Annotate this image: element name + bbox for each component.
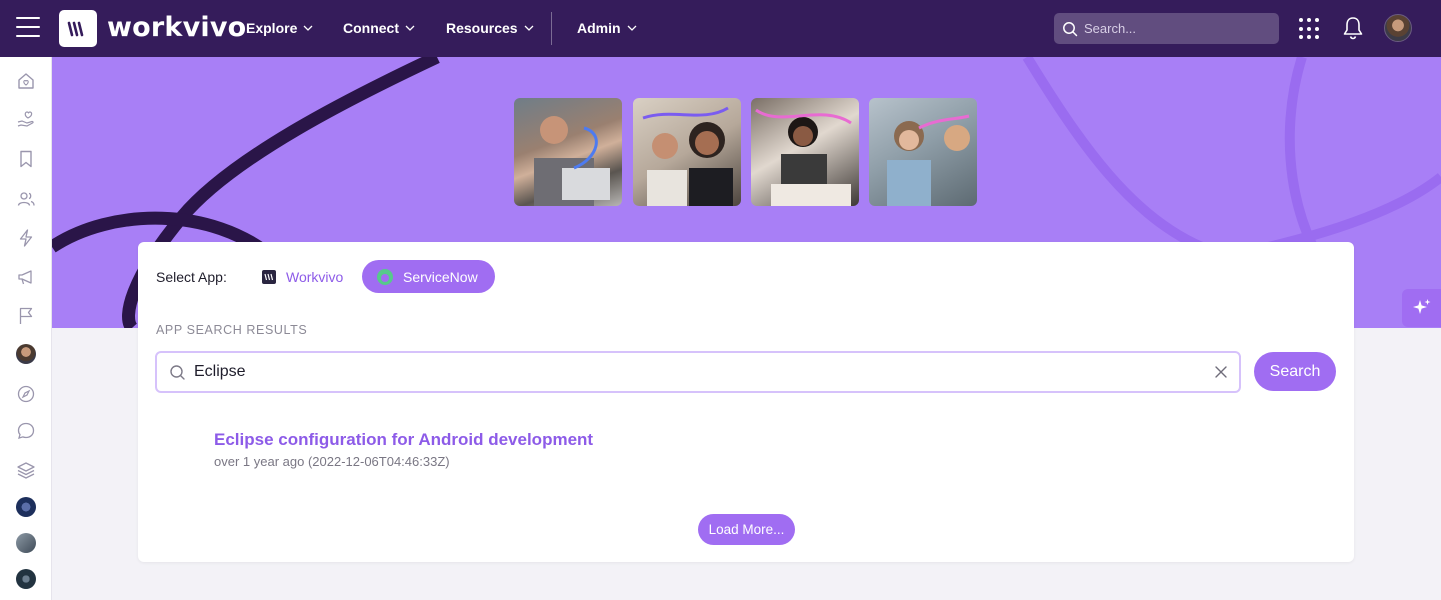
chevron-down-icon [627,25,637,31]
search-button[interactable]: Search [1254,352,1336,391]
layers-icon[interactable] [16,460,36,480]
brand-name[interactable]: workvivo [107,12,246,43]
result-title-link[interactable]: Eclipse configuration for Android develo… [214,430,593,450]
chat-bubble-icon[interactable] [16,421,36,441]
nav-label: Admin [577,20,621,36]
ai-sparkle-button[interactable] [1402,289,1441,327]
user-avatar[interactable] [16,344,36,364]
apps-grid-icon[interactable] [1299,18,1321,40]
lightning-icon[interactable] [16,228,36,248]
global-search[interactable] [1054,13,1279,44]
bookmark-icon[interactable] [16,149,36,169]
load-more-button[interactable]: Load More... [698,514,795,545]
nav-connect[interactable]: Connect [343,20,415,36]
nav-label: Explore [246,20,298,36]
compass-icon[interactable] [16,384,36,404]
space-avatar[interactable] [16,533,36,553]
team-photo-1 [514,98,622,206]
home-icon[interactable] [16,71,36,91]
workvivo-logo-icon [262,269,276,284]
chevron-down-icon [405,25,415,31]
top-navigation-bar: workvivo Explore Connect Resources Admin [0,0,1441,57]
bell-icon[interactable] [1342,16,1364,45]
people-icon[interactable] [16,189,36,209]
workvivo-logo-icon[interactable] [59,10,97,47]
clear-icon[interactable] [1213,364,1229,385]
megaphone-icon[interactable] [16,267,36,287]
nav-label: Connect [343,20,399,36]
user-avatar[interactable] [1384,14,1412,42]
nav-divider [551,12,552,45]
heart-hand-icon[interactable] [16,109,36,129]
app-option-label: Workvivo [286,268,344,285]
global-search-input[interactable] [1084,21,1274,36]
sparkle-icon [1412,299,1430,314]
nav-label: Resources [446,20,518,36]
menu-icon[interactable] [16,17,40,39]
team-photo-3 [751,98,859,206]
team-photo-4 [869,98,977,206]
nav-resources[interactable]: Resources [446,20,534,36]
servicenow-logo-icon [377,268,393,285]
app-search-card: Select App: Workvivo ServiceNow APP SEAR… [138,242,1354,562]
team-photo-2 [633,98,741,206]
chevron-down-icon [524,25,534,31]
space-avatar[interactable] [16,569,36,589]
left-sidebar [0,57,52,600]
nav-admin[interactable]: Admin [577,20,637,36]
app-option-servicenow[interactable]: ServiceNow [362,260,495,293]
app-option-workvivo[interactable]: Workvivo [256,260,349,293]
app-search-field[interactable] [155,351,1241,393]
app-search-input[interactable] [194,363,1184,381]
app-option-label: ServiceNow [403,268,478,285]
select-app-label: Select App: [156,269,227,285]
search-icon [1063,21,1078,36]
flag-icon[interactable] [16,306,36,326]
section-label: APP SEARCH RESULTS [156,323,308,337]
nav-explore[interactable]: Explore [246,20,313,36]
result-timestamp: over 1 year ago (2022-12-06T04:46:33Z) [214,454,450,469]
search-icon [170,364,185,380]
chevron-down-icon [303,25,313,31]
space-avatar[interactable] [16,497,36,517]
